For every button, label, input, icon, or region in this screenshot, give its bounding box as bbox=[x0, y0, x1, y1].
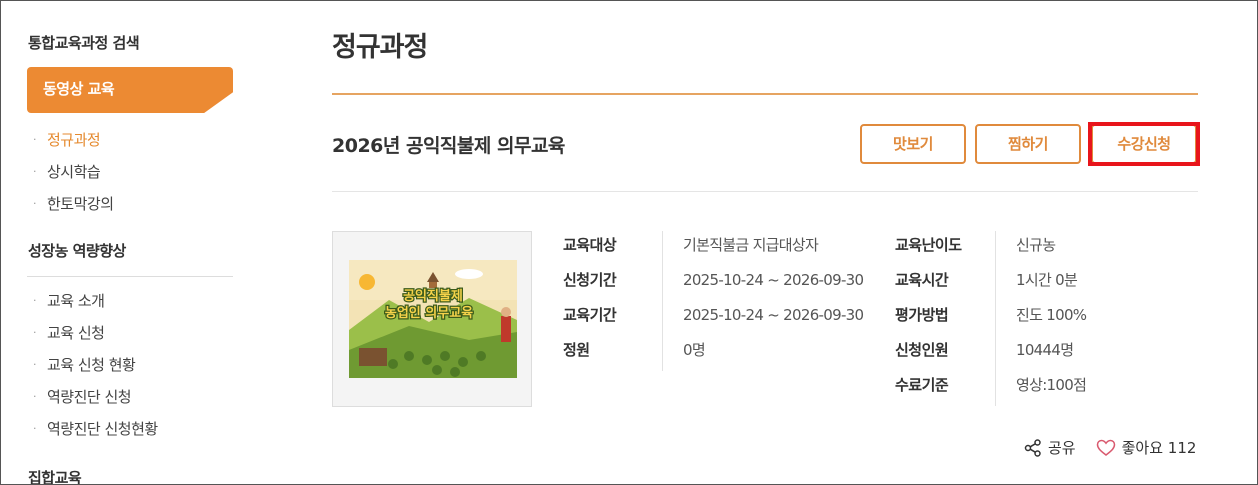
page-title: 정규과정 bbox=[332, 32, 428, 63]
heart-icon bbox=[1096, 439, 1115, 456]
info-column-divider bbox=[995, 231, 996, 406]
sidebar-item-label: 정규과정 bbox=[47, 131, 101, 149]
sidebar-item-edu-intro[interactable]: · 교육 소개 bbox=[27, 285, 158, 317]
sidebar-item-video-education[interactable]: 동영상 교육 bbox=[27, 67, 233, 113]
info-value-edu-time: 1시간 0분 bbox=[1016, 271, 1078, 289]
sidebar-item-always-learning[interactable]: · 상시학습 bbox=[27, 156, 114, 188]
info-label-target: 교육대상 bbox=[563, 236, 617, 254]
sidebar-item-diagnosis-status[interactable]: · 역량진단 신청현황 bbox=[27, 413, 158, 445]
sidebar-item-label: 역량진단 신청현황 bbox=[47, 420, 158, 438]
apply-button-highlight bbox=[1088, 122, 1200, 166]
sidebar-item-label: 교육 신청 현황 bbox=[47, 356, 136, 374]
info-label-edu-period: 교육기간 bbox=[563, 306, 617, 324]
sidebar-sublist-video: · 정규과정 · 상시학습 · 한토막강의 bbox=[27, 124, 114, 220]
bullet-icon: · bbox=[33, 133, 37, 146]
info-value-apply-period: 2025-10-24 ~ 2026-09-30 bbox=[683, 271, 864, 289]
sidebar-section-title-capacity: 성장농 역량향상 bbox=[28, 242, 126, 260]
farm-illustration-image: 공익직불제 농업인 의무교육 bbox=[349, 260, 517, 378]
bullet-icon: · bbox=[33, 326, 37, 339]
info-value-completion: 영상:100점 bbox=[1016, 376, 1087, 394]
sidebar-section-title-search: 통합교육과정 검색 bbox=[28, 34, 140, 52]
info-value-difficulty: 신규농 bbox=[1016, 236, 1056, 254]
info-values-left: 기본직불금 지급대상자 2025-10-24 ~ 2026-09-30 2025… bbox=[683, 231, 883, 371]
info-value-capacity: 0명 bbox=[683, 341, 706, 359]
bullet-icon: · bbox=[33, 294, 37, 307]
info-label-capacity: 정원 bbox=[563, 341, 590, 359]
bullet-icon: · bbox=[33, 422, 37, 435]
like-label: 좋아요 112 bbox=[1121, 439, 1197, 457]
bottom-actions: 공유 좋아요 112 bbox=[1024, 437, 1196, 458]
info-values-right: 신규농 1시간 0분 진도 100% 10444명 영상:100점 bbox=[1016, 231, 1196, 406]
page-frame: 통합교육과정 검색 동영상 교육 · 정규과정 · 상시학습 · 한토막강의 성장농 … bbox=[0, 0, 1258, 485]
info-value-edu-period: 2025-10-24 ~ 2026-09-30 bbox=[683, 306, 864, 324]
info-labels-right: 교육난이도 교육시간 평가방법 신청인원 수료기준 bbox=[895, 231, 985, 406]
sidebar-item-edu-apply[interactable]: · 교육 신청 bbox=[27, 317, 158, 349]
sidebar-divider bbox=[27, 276, 233, 277]
wishlist-button[interactable]: 찜하기 bbox=[975, 124, 1081, 164]
bullet-icon: · bbox=[33, 390, 37, 403]
sidebar-item-diagnosis-apply[interactable]: · 역량진단 신청 bbox=[27, 381, 158, 413]
content-divider bbox=[332, 191, 1198, 192]
share-button[interactable]: 공유 bbox=[1024, 437, 1076, 458]
share-label: 공유 bbox=[1048, 439, 1076, 457]
info-value-evaluation: 진도 100% bbox=[1016, 306, 1087, 324]
bullet-icon: · bbox=[33, 358, 37, 371]
thumbnail-title-line2: 농업인 의무교육 bbox=[385, 305, 473, 321]
thumbnail-title-line1: 공익직불제 bbox=[403, 288, 463, 304]
info-label-difficulty: 교육난이도 bbox=[895, 236, 962, 254]
share-icon bbox=[1024, 438, 1041, 457]
bullet-icon: · bbox=[33, 197, 37, 210]
sidebar-item-label: 교육 소개 bbox=[47, 292, 105, 310]
info-label-completion: 수료기준 bbox=[895, 376, 949, 394]
info-label-applicants: 신청인원 bbox=[895, 341, 949, 359]
info-label-apply-period: 신청기간 bbox=[563, 271, 617, 289]
preview-button[interactable]: 맛보기 bbox=[860, 124, 966, 164]
sidebar-item-label: 상시학습 bbox=[47, 163, 101, 181]
like-button[interactable]: 좋아요 112 bbox=[1096, 437, 1197, 458]
bullet-icon: · bbox=[33, 165, 37, 178]
sidebar-section-title-group[interactable]: 집합교육 bbox=[28, 467, 82, 484]
info-value-target: 기본직불금 지급대상자 bbox=[683, 236, 819, 254]
sidebar-item-edu-apply-status[interactable]: · 교육 신청 현황 bbox=[27, 349, 158, 381]
sidebar-item-label: 교육 신청 bbox=[47, 324, 105, 342]
info-label-evaluation: 평가방법 bbox=[895, 306, 949, 324]
sidebar-item-regular-course[interactable]: · 정규과정 bbox=[27, 124, 114, 156]
info-label-edu-time: 교육시간 bbox=[895, 271, 949, 289]
info-labels-left: 교육대상 신청기간 교육기간 정원 bbox=[563, 231, 653, 371]
sidebar-item-short-lecture[interactable]: · 한토막강의 bbox=[27, 188, 114, 220]
sidebar-item-label: 한토막강의 bbox=[47, 195, 114, 213]
course-thumbnail[interactable]: 공익직불제 농업인 의무교육 bbox=[332, 231, 532, 407]
title-divider bbox=[332, 93, 1198, 95]
sidebar-item-label: 역량진단 신청 bbox=[47, 388, 132, 406]
info-column-divider bbox=[662, 231, 663, 371]
course-title: 2026년 공익직불제 의무교육 bbox=[332, 135, 565, 157]
info-value-applicants: 10444명 bbox=[1016, 341, 1074, 359]
sidebar-sublist-capacity: · 교육 소개 · 교육 신청 · 교육 신청 현황 · 역량진단 신청 · 역량진단 신… bbox=[27, 285, 158, 445]
